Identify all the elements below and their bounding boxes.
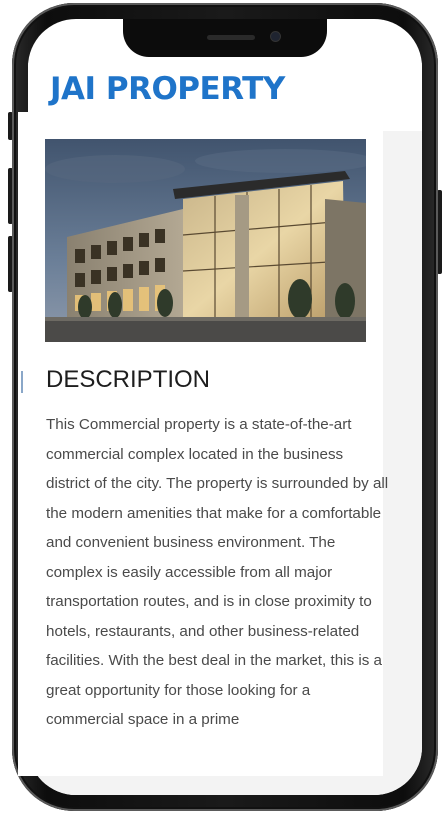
description-text: This Commercial property is a state-of-t… — [46, 416, 389, 728]
device-mockup: JAI PROPERTY DESCRIPTION This Commercial… — [0, 0, 448, 815]
description-heading: DESCRIPTION — [46, 366, 211, 393]
property-image[interactable] — [45, 139, 366, 342]
app-title[interactable]: JAI PROPERTY — [50, 71, 285, 107]
front-camera-icon — [271, 32, 280, 41]
notch — [123, 19, 327, 57]
section-accent-bar — [21, 371, 23, 393]
earpiece-speaker — [207, 35, 255, 40]
building-illustration — [45, 139, 366, 342]
